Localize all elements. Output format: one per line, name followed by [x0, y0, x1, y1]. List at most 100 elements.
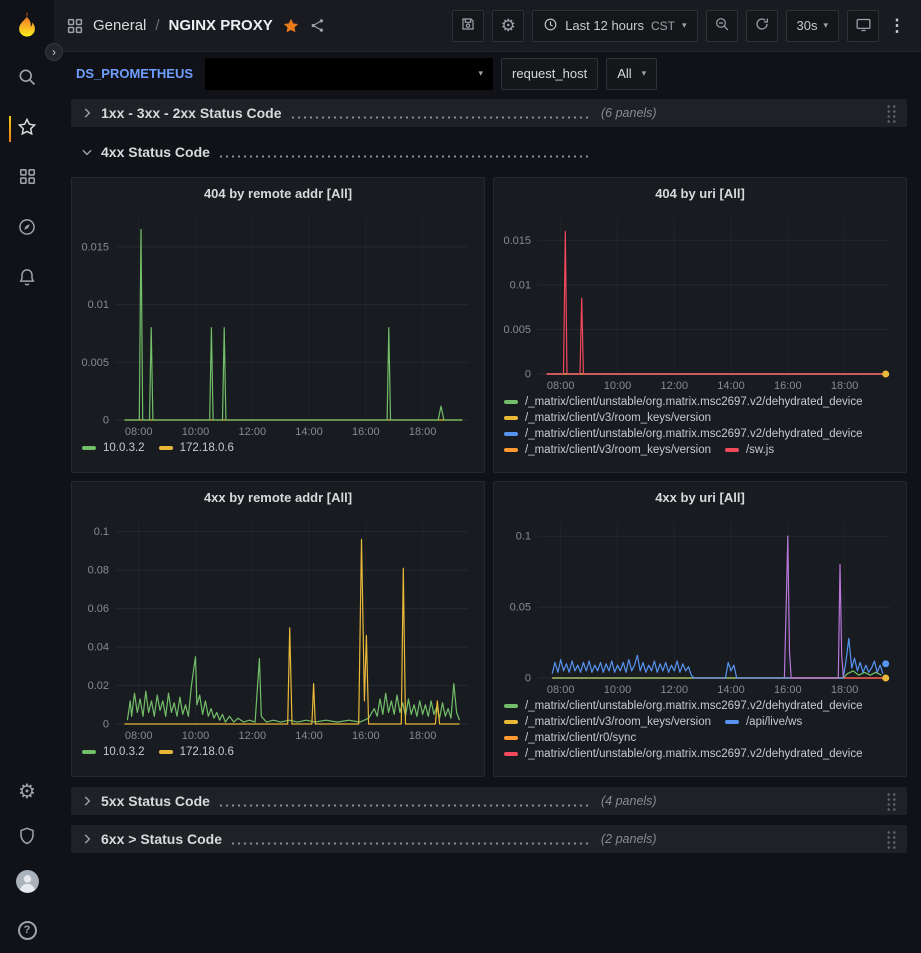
navbar-actions: ⚙ Last 12 hours CST ▾ [452, 10, 907, 42]
row-title: 4xx Status Code [101, 144, 210, 160]
legend-label: /_matrix/client/unstable/org.matrix.msc2… [525, 700, 863, 712]
panel-4xx-by-uri-all: 4xx by uri [All]00.050.108:0010:0012:001… [493, 481, 907, 777]
time-series-chart[interactable]: 00.020.040.060.080.108:0010:0012:0014:00… [72, 512, 484, 744]
sidebar-item-dashboards[interactable] [0, 168, 54, 190]
clock-icon [543, 17, 558, 35]
legend-label: /api/live/ws [746, 716, 802, 728]
save-dashboard-button[interactable] [452, 10, 484, 42]
row-6xx[interactable]: 6xx > Status Code(2 panels) [71, 825, 907, 853]
time-series-chart[interactable]: 00.050.108:0010:0012:0014:0016:0018:00 [494, 512, 906, 698]
variable-select-request-host[interactable]: All ▾ [606, 58, 657, 90]
sidebar-item-server-admin[interactable] [0, 827, 54, 849]
dotted-leader [218, 804, 591, 807]
kebab-menu-button[interactable]: ⋮ [887, 16, 907, 36]
legend: 10.0.3.2 172.18.0.6 [72, 440, 484, 472]
variable-select-ds-prometheus[interactable]: ▾ [205, 58, 493, 90]
panel-4xx-by-remote-addr-all: 4xx by remote addr [All]00.020.040.060.0… [71, 481, 485, 777]
sidebar-expand-button[interactable]: › [45, 43, 63, 61]
legend-item[interactable]: /_matrix/client/v3/room_keys/version [504, 444, 711, 456]
legend-item[interactable]: /_matrix/client/unstable/org.matrix.msc2… [504, 428, 863, 440]
legend-item[interactable]: /_matrix/client/unstable/org.matrix.msc2… [504, 748, 863, 760]
row-title-group: 4xx Status Code [97, 144, 591, 160]
svg-text:0.005: 0.005 [503, 324, 531, 336]
legend-marker [504, 704, 518, 708]
panel-title[interactable]: 4xx by remote addr [All] [72, 482, 484, 512]
legend-item[interactable]: 10.0.3.2 [82, 746, 145, 758]
tv-mode-button[interactable] [847, 10, 879, 42]
svg-text:0.01: 0.01 [510, 279, 531, 291]
svg-text:08:00: 08:00 [125, 730, 153, 742]
legend-marker [159, 750, 173, 754]
legend-marker [504, 720, 518, 724]
panel-title[interactable]: 404 by remote addr [All] [72, 178, 484, 208]
save-icon [460, 16, 476, 35]
legend-item[interactable]: 10.0.3.2 [82, 442, 145, 454]
dashboard-grid-icon[interactable] [66, 17, 84, 35]
svg-text:10:00: 10:00 [182, 426, 210, 438]
breadcrumb: General / NGINX PROXY [66, 17, 326, 35]
refresh-interval-picker[interactable]: 30s ▾ [786, 10, 840, 42]
row-5xx[interactable]: 5xx Status Code(4 panels) [71, 787, 907, 815]
breadcrumb-separator: / [155, 17, 159, 34]
legend-item[interactable]: 172.18.0.6 [159, 442, 234, 454]
row-4xx[interactable]: 4xx Status Code [71, 137, 907, 167]
sidebar-item-search[interactable] [0, 68, 54, 90]
drag-handle[interactable] [886, 792, 897, 811]
variable-label-ds-prometheus[interactable]: DS_PROMETHEUS [72, 58, 197, 90]
sidebar: ⚙ ? [0, 0, 54, 953]
svg-text:0: 0 [103, 415, 109, 427]
chevron-down-icon: ▾ [682, 21, 687, 30]
svg-text:0.1: 0.1 [516, 531, 531, 543]
breadcrumb-section[interactable]: General [93, 17, 146, 34]
legend-label: /_matrix/client/v3/room_keys/version [525, 412, 711, 424]
legend-item[interactable]: /api/live/ws [725, 716, 802, 728]
legend-label: /_matrix/client/unstable/org.matrix.msc2… [525, 748, 863, 760]
drag-handle[interactable] [886, 830, 897, 849]
dashboard-content: 1xx - 3xx - 2xx Status Code(6 panels) 4xx… [54, 93, 921, 953]
grafana-logo[interactable] [12, 10, 42, 42]
sidebar-item-starred[interactable] [0, 118, 54, 140]
legend-marker [82, 446, 96, 450]
drag-handle[interactable] [886, 104, 897, 123]
breadcrumb-dashboard-title[interactable]: NGINX PROXY [169, 17, 273, 34]
time-range-label: Last 12 hours [565, 18, 644, 33]
svg-text:08:00: 08:00 [125, 426, 153, 438]
row-1xx-3xx-2xx[interactable]: 1xx - 3xx - 2xx Status Code(6 panels) [71, 99, 907, 127]
legend-label: 172.18.0.6 [180, 442, 234, 454]
refresh-button[interactable] [746, 10, 778, 42]
legend-item[interactable]: /_matrix/client/v3/room_keys/version [504, 716, 711, 728]
time-series-chart[interactable]: 00.0050.010.01508:0010:0012:0014:0016:00… [494, 208, 906, 394]
legend-marker [725, 720, 739, 724]
svg-text:12:00: 12:00 [661, 684, 689, 696]
sidebar-item-explore[interactable] [0, 218, 54, 240]
legend: 10.0.3.2 172.18.0.6 [72, 744, 484, 776]
sidebar-item-help[interactable]: ? [0, 919, 54, 941]
legend-marker [159, 446, 173, 450]
sidebar-item-configuration[interactable]: ⚙ [0, 781, 54, 803]
svg-text:16:00: 16:00 [352, 426, 380, 438]
panels-grid: 404 by remote addr [All]00.0050.010.0150… [71, 177, 907, 777]
legend-item[interactable]: 172.18.0.6 [159, 746, 234, 758]
legend-item[interactable]: /sw.js [725, 444, 774, 456]
panel-title[interactable]: 4xx by uri [All] [494, 482, 906, 512]
dashboards-grid-icon [18, 167, 37, 191]
zoom-out-button[interactable] [706, 10, 738, 42]
legend-item[interactable]: /_matrix/client/unstable/org.matrix.msc2… [504, 700, 863, 712]
svg-text:16:00: 16:00 [774, 380, 802, 392]
share-icon[interactable] [309, 17, 326, 34]
zoom-out-icon [714, 16, 730, 35]
legend-item[interactable]: /_matrix/client/v3/room_keys/version [504, 412, 711, 424]
panel-title[interactable]: 404 by uri [All] [494, 178, 906, 208]
dashboard-settings-button[interactable]: ⚙ [492, 10, 524, 42]
chevron-down-icon: ▾ [479, 69, 484, 78]
sidebar-item-alerting[interactable] [0, 268, 54, 290]
search-icon [17, 67, 37, 92]
legend-item[interactable]: /_matrix/client/r0/sync [504, 732, 636, 744]
favorite-star-icon[interactable] [282, 17, 300, 35]
user-avatar[interactable] [0, 873, 54, 895]
time-series-chart[interactable]: 00.0050.010.01508:0010:0012:0014:0016:00… [72, 208, 484, 440]
main-column: General / NGINX PROXY ⚙ [54, 0, 921, 953]
time-range-picker[interactable]: Last 12 hours CST ▾ [532, 10, 697, 42]
legend-item[interactable]: /_matrix/client/unstable/org.matrix.msc2… [504, 396, 863, 408]
avatar-icon [15, 869, 40, 899]
